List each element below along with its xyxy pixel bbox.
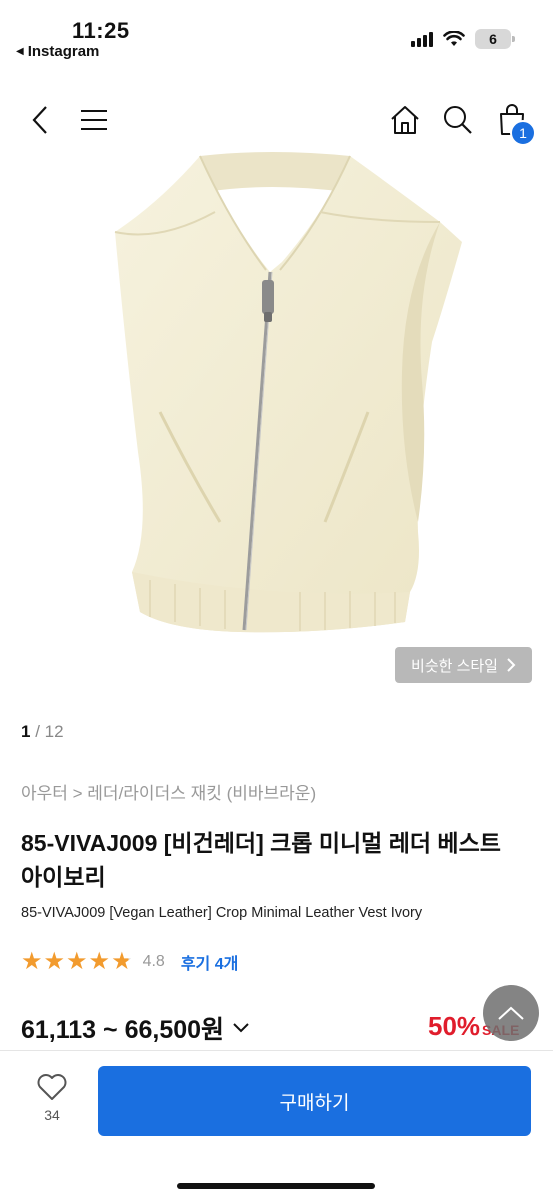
pager-current: 1: [21, 722, 31, 741]
chevron-up-icon: [498, 1006, 524, 1020]
scroll-to-top-button[interactable]: [483, 985, 539, 1041]
star-icon: ★: [43, 948, 66, 975]
buy-button[interactable]: 구매하기: [98, 1066, 531, 1136]
star-icon: ★: [21, 948, 43, 975]
home-icon: [391, 106, 419, 134]
product-image[interactable]: [0, 152, 553, 700]
hamburger-menu-icon: [81, 110, 107, 130]
status-bar: 11:25 ◀ Instagram 6: [0, 0, 553, 70]
star-rating: ★ ★ ★ ★ ★: [21, 950, 133, 974]
chevron-left-icon: [32, 106, 47, 134]
breadcrumb[interactable]: 아우터 > 레더/라이더스 재킷 (비바브라운): [21, 779, 316, 804]
back-app-label: Instagram: [27, 43, 100, 60]
back-button[interactable]: [20, 100, 60, 140]
product-title-english: 85-VIVAJ009 [Vegan Leather] Crop Minimal…: [21, 905, 423, 921]
cellular-signal-icon: [411, 31, 433, 47]
pager-separator: /: [35, 722, 40, 741]
review-count-link[interactable]: 후기 4개: [181, 950, 239, 974]
back-triangle-icon: ◀: [16, 46, 24, 57]
home-indicator: [177, 1183, 375, 1189]
rating-value: 4.8: [142, 953, 165, 970]
image-pager: 1 / 12: [21, 722, 64, 742]
ivory-leather-vest-image: [114, 152, 462, 633]
chevron-right-icon: [507, 658, 516, 672]
back-to-app-link[interactable]: ◀ Instagram: [16, 43, 99, 60]
cart-count-badge: 1: [510, 120, 536, 146]
heart-icon: [37, 1074, 67, 1100]
similar-style-button[interactable]: 비슷한 스타일: [395, 647, 532, 683]
price-row[interactable]: 61,113 ~ 66,500원: [21, 1010, 250, 1046]
home-button[interactable]: [385, 100, 425, 140]
star-icon: ★: [88, 948, 111, 975]
wifi-icon: [443, 31, 465, 46]
status-icons: 6: [411, 29, 515, 49]
like-count: 34: [44, 1107, 60, 1123]
rating-row[interactable]: ★ ★ ★ ★ ★ 4.8 후기 4개: [21, 950, 238, 974]
similar-style-label: 비슷한 스타일: [411, 657, 498, 675]
battery-icon: 6: [475, 29, 515, 49]
product-title: 85-VIVAJ009 [비건레더] 크롭 미니멀 레더 베스트 아이보리: [21, 830, 501, 890]
clock: 11:25: [72, 18, 130, 43]
battery-level: 6: [489, 31, 497, 47]
menu-button[interactable]: [74, 100, 114, 140]
chevron-down-icon: [233, 1023, 249, 1033]
star-icon: ★: [111, 948, 133, 975]
search-button[interactable]: [438, 100, 478, 140]
top-navigation: [0, 90, 553, 150]
price: 61,113 ~ 66,500원: [21, 1016, 225, 1044]
search-icon: [444, 106, 472, 134]
discount-percent: 50%: [428, 1011, 481, 1041]
like-button[interactable]: 34: [30, 1073, 74, 1123]
pager-total: 12: [44, 722, 64, 741]
star-icon: ★: [66, 948, 88, 975]
